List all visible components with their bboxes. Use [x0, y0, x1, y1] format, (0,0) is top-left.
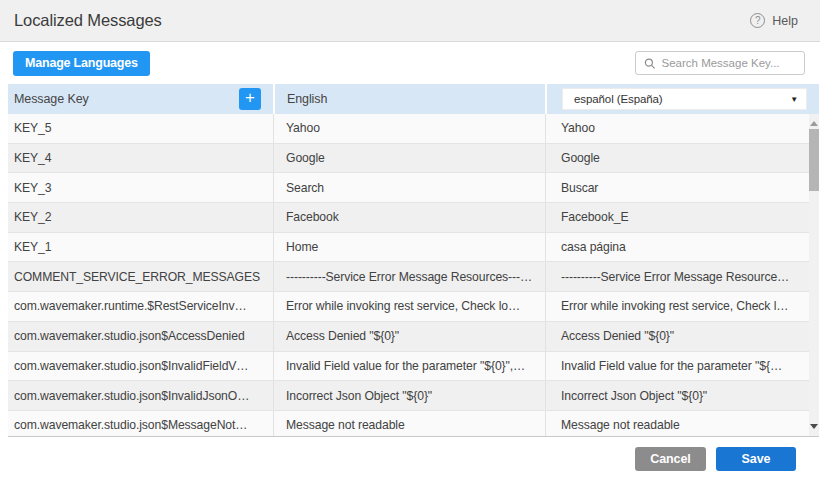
- cell-english[interactable]: Home: [274, 233, 546, 262]
- cell-english[interactable]: Search: [274, 173, 546, 202]
- cell-english[interactable]: Access Denied "${0}": [274, 322, 546, 351]
- help-link[interactable]: ? Help: [750, 13, 798, 28]
- cell-translation[interactable]: casa página: [546, 233, 819, 262]
- save-button[interactable]: Save: [716, 447, 796, 471]
- search-box[interactable]: [635, 51, 805, 75]
- table-row[interactable]: com.wavemaker.studio.json$InvalidFieldV……: [8, 352, 819, 382]
- scroll-up-icon[interactable]: [810, 121, 818, 126]
- scroll-down-icon[interactable]: [810, 424, 818, 429]
- table-row[interactable]: KEY_1 Home casa página: [8, 233, 819, 263]
- cell-translation[interactable]: Message not readable: [546, 411, 819, 437]
- cell-message-key[interactable]: KEY_2: [8, 203, 274, 232]
- help-icon: ?: [750, 13, 765, 28]
- cell-message-key[interactable]: com.wavemaker.studio.json$MessageNot…: [8, 411, 274, 437]
- cell-english[interactable]: Message not readable: [274, 411, 546, 437]
- cell-message-key[interactable]: KEY_3: [8, 173, 274, 202]
- search-input[interactable]: [662, 57, 797, 69]
- cell-message-key[interactable]: com.wavemaker.studio.json$InvalidJsonO…: [8, 381, 274, 410]
- cell-translation[interactable]: Incorrect Json Object "${0}": [546, 381, 819, 410]
- vertical-scrollbar[interactable]: [809, 114, 819, 437]
- language-select-value: español (España): [574, 93, 663, 105]
- page-title: Localized Messages: [14, 11, 162, 30]
- cell-translation[interactable]: ----------Service Error Message Resource…: [546, 262, 819, 291]
- cell-translation[interactable]: Yahoo: [546, 114, 819, 143]
- language-select[interactable]: español (España) ▼: [562, 88, 807, 110]
- cell-english[interactable]: Incorrect Json Object "${0}": [274, 381, 546, 410]
- cell-english[interactable]: Error while invoking rest service, Check…: [274, 292, 546, 321]
- table-row[interactable]: com.wavemaker.studio.json$MessageNot… Me…: [8, 411, 819, 437]
- cell-english[interactable]: Google: [274, 144, 546, 173]
- column-header-message-key: Message Key +: [8, 84, 273, 114]
- footer: Cancel Save: [635, 447, 796, 471]
- messages-table: Message Key + English español (España) ▼…: [8, 84, 819, 437]
- cell-translation[interactable]: Access Denied "${0}": [546, 322, 819, 351]
- cell-message-key[interactable]: com.wavemaker.studio.json$AccessDenied: [8, 322, 274, 351]
- add-key-button[interactable]: +: [239, 88, 261, 110]
- table-row[interactable]: com.wavemaker.studio.json$AccessDenied A…: [8, 322, 819, 352]
- cell-message-key[interactable]: COMMENT_SERVICE_ERROR_MESSAGES: [8, 262, 274, 291]
- cancel-button[interactable]: Cancel: [635, 447, 706, 471]
- message-key-header-label: Message Key: [14, 92, 89, 106]
- dropdown-caret-icon: ▼: [790, 95, 798, 104]
- cell-english[interactable]: Facebook: [274, 203, 546, 232]
- manage-languages-button[interactable]: Manage Languages: [13, 51, 150, 76]
- help-label: Help: [772, 14, 798, 28]
- cell-message-key[interactable]: KEY_5: [8, 114, 274, 143]
- cell-message-key[interactable]: KEY_1: [8, 233, 274, 262]
- table-row[interactable]: COMMENT_SERVICE_ERROR_MESSAGES ---------…: [8, 262, 819, 292]
- column-header-english: English: [275, 84, 545, 114]
- cell-translation[interactable]: Invalid Field value for the parameter "$…: [546, 352, 819, 381]
- search-icon: [644, 57, 656, 70]
- column-header-language: español (España) ▼: [547, 84, 819, 114]
- cell-translation[interactable]: Buscar: [546, 173, 819, 202]
- toolbar: Manage Languages: [0, 42, 820, 84]
- table-row[interactable]: com.wavemaker.runtime.$RestServiceInv… E…: [8, 292, 819, 322]
- titlebar: Localized Messages ? Help: [0, 0, 820, 42]
- table-row[interactable]: KEY_3 Search Buscar: [8, 173, 819, 203]
- cell-english[interactable]: Invalid Field value for the parameter "$…: [274, 352, 546, 381]
- cell-message-key[interactable]: com.wavemaker.studio.json$InvalidFieldV…: [8, 352, 274, 381]
- scrollbar-thumb[interactable]: [809, 129, 819, 191]
- table-row[interactable]: KEY_4 Google Google: [8, 144, 819, 174]
- cell-message-key[interactable]: KEY_4: [8, 144, 274, 173]
- table-row[interactable]: KEY_2 Facebook Facebook_E: [8, 203, 819, 233]
- cell-translation[interactable]: Google: [546, 144, 819, 173]
- cell-message-key[interactable]: com.wavemaker.runtime.$RestServiceInv…: [8, 292, 274, 321]
- table-body: KEY_5 Yahoo Yahoo KEY_4 Google Google KE…: [8, 114, 819, 437]
- table-row[interactable]: KEY_5 Yahoo Yahoo: [8, 114, 819, 144]
- cell-translation[interactable]: Facebook_E: [546, 203, 819, 232]
- table-row[interactable]: com.wavemaker.studio.json$InvalidJsonO… …: [8, 381, 819, 411]
- table-header: Message Key + English español (España) ▼: [8, 84, 819, 114]
- cell-english[interactable]: Yahoo: [274, 114, 546, 143]
- cell-translation[interactable]: Error while invoking rest service, Check…: [546, 292, 819, 321]
- cell-english[interactable]: ----------Service Error Message Resource…: [274, 262, 546, 291]
